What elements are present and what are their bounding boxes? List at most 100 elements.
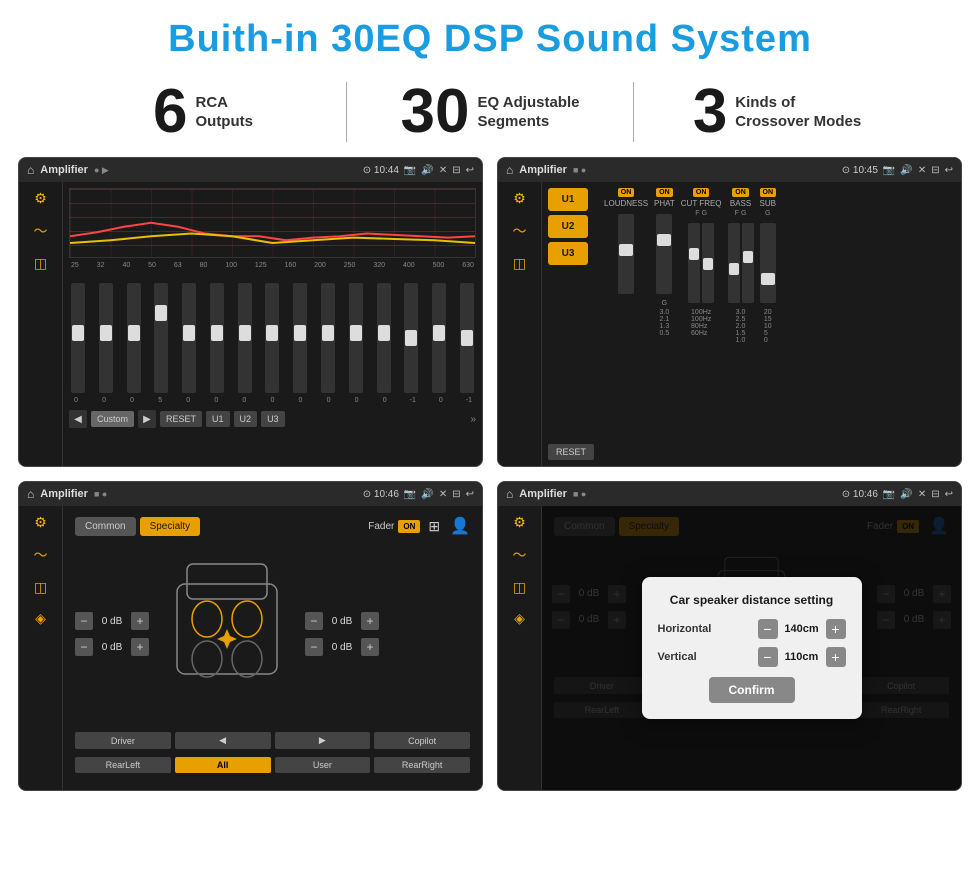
crossover-volume-icon[interactable]: 🔊 bbox=[421, 489, 433, 500]
right-bottom-plus-button[interactable]: + bbox=[361, 638, 379, 656]
volume-icon[interactable]: 🔊 bbox=[421, 165, 433, 176]
horizontal-minus-button[interactable]: − bbox=[758, 619, 778, 639]
dialog-sidebar-vol-icon[interactable]: ◈ bbox=[514, 610, 525, 627]
close-icon[interactable]: ✕ bbox=[439, 165, 447, 176]
eq-slider-5[interactable] bbox=[210, 283, 224, 393]
specialty-mode-button[interactable]: Specialty bbox=[140, 517, 201, 536]
bass-slider-f[interactable] bbox=[728, 223, 740, 303]
left-bottom-minus-button[interactable]: − bbox=[75, 638, 93, 656]
dialog-close-icon[interactable]: ✕ bbox=[918, 489, 926, 500]
home-icon[interactable]: ⌂ bbox=[27, 163, 34, 177]
crossover-sidebar-wave-icon[interactable]: 〜 bbox=[34, 545, 48, 565]
crossover-nav-left-button[interactable]: ◀ bbox=[175, 732, 271, 749]
preset-u1-button[interactable]: U1 bbox=[548, 188, 588, 211]
cutfreq-slider-g[interactable] bbox=[702, 223, 714, 303]
crossover-back-icon[interactable]: ↩ bbox=[466, 489, 474, 500]
amp2-sidebar-speaker-icon[interactable]: ◫ bbox=[513, 255, 526, 272]
crossover-minimize-icon[interactable]: ⊟ bbox=[452, 489, 460, 500]
dialog-minimize-icon[interactable]: ⊟ bbox=[931, 489, 939, 500]
left-bottom-vol-row: − 0 dB + bbox=[75, 638, 149, 656]
screen-eq-sidebar: ⚙ 〜 ◫ bbox=[19, 182, 63, 466]
preset-u3-button[interactable]: U3 bbox=[548, 242, 588, 265]
eq-slider-8[interactable] bbox=[293, 283, 307, 393]
eq-slider-4[interactable] bbox=[182, 283, 196, 393]
eq-reset-button[interactable]: RESET bbox=[160, 411, 202, 427]
crossover-sidebar-vol-icon[interactable]: ◈ bbox=[35, 610, 46, 627]
crossover-nav-right-button[interactable]: ▶ bbox=[275, 732, 371, 749]
amp2-volume-icon[interactable]: 🔊 bbox=[900, 165, 912, 176]
left-top-minus-button[interactable]: − bbox=[75, 612, 93, 630]
eq-slider-13[interactable] bbox=[432, 283, 446, 393]
right-top-minus-button[interactable]: − bbox=[305, 612, 323, 630]
cutfreq-slider-f[interactable] bbox=[688, 223, 700, 303]
amp2-close-icon[interactable]: ✕ bbox=[918, 165, 926, 176]
eq-u2-button[interactable]: U2 bbox=[234, 411, 258, 427]
preset-u2-button[interactable]: U2 bbox=[548, 215, 588, 238]
eq-sidebar-eq-icon[interactable]: ⚙ bbox=[34, 190, 47, 207]
home-icon-4[interactable]: ⌂ bbox=[506, 487, 513, 501]
minimize-icon[interactable]: ⊟ bbox=[452, 165, 460, 176]
loudness-slider[interactable] bbox=[618, 214, 634, 294]
screen-eq-content: 25 32 40 50 63 80 100 125 160 200 250 32… bbox=[63, 182, 482, 466]
eq-sidebar-wave-icon[interactable]: 〜 bbox=[34, 221, 48, 241]
rearright-button[interactable]: RearRight bbox=[374, 757, 470, 773]
right-bottom-minus-button[interactable]: − bbox=[305, 638, 323, 656]
bass-slider-g[interactable] bbox=[742, 223, 754, 303]
eq-expand-icon[interactable]: » bbox=[470, 414, 476, 425]
amp2-sidebar-wave-icon[interactable]: 〜 bbox=[513, 221, 527, 241]
vertical-plus-button[interactable]: + bbox=[826, 647, 846, 667]
eq-slider-7[interactable] bbox=[265, 283, 279, 393]
eq-slider-14[interactable] bbox=[460, 283, 474, 393]
loudness-on-badge: ON bbox=[618, 188, 635, 197]
confirm-button[interactable]: Confirm bbox=[709, 677, 795, 703]
left-bottom-plus-button[interactable]: + bbox=[131, 638, 149, 656]
vertical-minus-button[interactable]: − bbox=[758, 647, 778, 667]
crossover-sidebar-speaker-icon[interactable]: ◫ bbox=[34, 579, 47, 596]
eq-slider-thumb-10 bbox=[350, 325, 362, 341]
amp2-back-icon[interactable]: ↩ bbox=[945, 165, 953, 176]
dialog-back-icon[interactable]: ↩ bbox=[945, 489, 953, 500]
back-icon[interactable]: ↩ bbox=[466, 165, 474, 176]
eq-slider-1[interactable] bbox=[99, 283, 113, 393]
eq-slider-10[interactable] bbox=[349, 283, 363, 393]
eq-custom-button[interactable]: Custom bbox=[91, 411, 134, 427]
eq-slider-3[interactable] bbox=[154, 283, 168, 393]
eq-slider-0[interactable] bbox=[71, 283, 85, 393]
copilot-button[interactable]: Copilot bbox=[374, 732, 470, 749]
eq-u1-button[interactable]: U1 bbox=[206, 411, 230, 427]
eq-label-63: 63 bbox=[174, 262, 182, 269]
crossover-close-icon[interactable]: ✕ bbox=[439, 489, 447, 500]
fader-slider-icon[interactable]: ⊞ bbox=[428, 518, 440, 535]
eq-slider-12[interactable] bbox=[404, 283, 418, 393]
eq-slider-11[interactable] bbox=[377, 283, 391, 393]
driver-button[interactable]: Driver bbox=[75, 732, 171, 749]
user-button[interactable]: User bbox=[275, 757, 371, 773]
home-icon-2[interactable]: ⌂ bbox=[506, 163, 513, 177]
common-mode-button[interactable]: Common bbox=[75, 517, 136, 536]
phat-slider[interactable] bbox=[656, 214, 672, 294]
person-icon[interactable]: 👤 bbox=[450, 516, 470, 536]
horizontal-plus-button[interactable]: + bbox=[826, 619, 846, 639]
eq-u3-button[interactable]: U3 bbox=[261, 411, 285, 427]
eq-slider-9[interactable] bbox=[321, 283, 335, 393]
amp2-sidebar-eq-icon[interactable]: ⚙ bbox=[513, 190, 526, 207]
eq-slider-6[interactable] bbox=[238, 283, 252, 393]
dialog-sidebar-wave-icon[interactable]: 〜 bbox=[513, 545, 527, 565]
amp2-reset-button[interactable]: RESET bbox=[548, 444, 594, 460]
all-button[interactable]: All bbox=[175, 757, 271, 773]
eq-sidebar-speaker-icon[interactable]: ◫ bbox=[34, 255, 47, 272]
dialog-volume-icon[interactable]: 🔊 bbox=[900, 489, 912, 500]
dialog-sidebar-speaker-icon[interactable]: ◫ bbox=[513, 579, 526, 596]
dialog-sidebar-eq-icon[interactable]: ⚙ bbox=[513, 514, 526, 531]
vertical-value: 110cm bbox=[782, 651, 822, 663]
eq-prev-button[interactable]: ◀ bbox=[69, 410, 87, 428]
right-top-plus-button[interactable]: + bbox=[361, 612, 379, 630]
eq-slider-2[interactable] bbox=[127, 283, 141, 393]
amp2-minimize-icon[interactable]: ⊟ bbox=[931, 165, 939, 176]
home-icon-3[interactable]: ⌂ bbox=[27, 487, 34, 501]
sub-slider[interactable] bbox=[760, 223, 776, 303]
rearleft-button[interactable]: RearLeft bbox=[75, 757, 171, 773]
crossover-sidebar-eq-icon[interactable]: ⚙ bbox=[34, 514, 47, 531]
left-top-plus-button[interactable]: + bbox=[131, 612, 149, 630]
eq-next-button[interactable]: ▶ bbox=[138, 410, 156, 428]
